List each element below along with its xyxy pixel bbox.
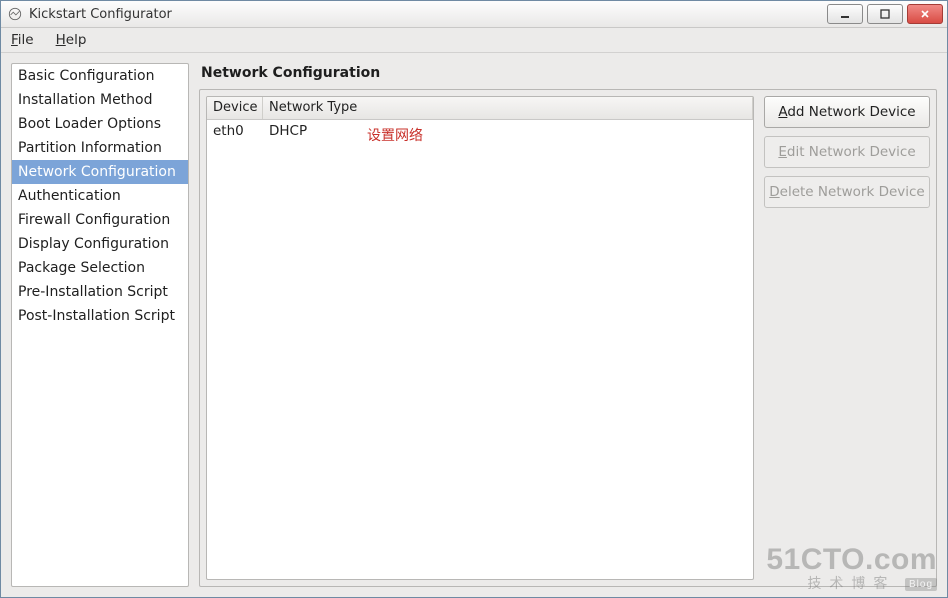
table-body: eth0 DHCP 设置网络 — [207, 120, 753, 579]
sidebar-item-package-selection[interactable]: Package Selection — [12, 256, 188, 280]
menubar: File Help — [1, 28, 947, 53]
menu-file-rest: ile — [18, 32, 34, 48]
titlebar: Kickstart Configurator — [1, 1, 947, 28]
menu-help[interactable]: Help — [52, 30, 91, 50]
sidebar-item-label: Installation Method — [18, 92, 153, 108]
window-title: Kickstart Configurator — [29, 7, 821, 22]
button-mnemonic: E — [778, 144, 787, 160]
sidebar-item-label: Display Configuration — [18, 236, 169, 252]
sidebar-item-basic-configuration[interactable]: Basic Configuration — [12, 64, 188, 88]
add-network-device-button[interactable]: Add Network Device — [764, 96, 930, 128]
sidebar-item-label: Post-Installation Script — [18, 308, 175, 324]
sidebar-item-firewall-configuration[interactable]: Firewall Configuration — [12, 208, 188, 232]
cell-device: eth0 — [207, 120, 263, 142]
sidebar-item-label: Authentication — [18, 188, 121, 204]
sidebar-item-post-installation-script[interactable]: Post-Installation Script — [12, 304, 188, 328]
sidebar-item-boot-loader-options[interactable]: Boot Loader Options — [12, 112, 188, 136]
minimize-button[interactable] — [827, 4, 863, 24]
sidebar: Basic Configuration Installation Method … — [11, 63, 189, 587]
sidebar-item-authentication[interactable]: Authentication — [12, 184, 188, 208]
sidebar-item-label: Firewall Configuration — [18, 212, 170, 228]
close-button[interactable] — [907, 4, 943, 24]
minimize-icon — [839, 9, 851, 19]
window-controls — [827, 4, 943, 24]
sidebar-item-label: Partition Information — [18, 140, 162, 156]
sidebar-item-label: Pre-Installation Script — [18, 284, 168, 300]
maximize-button[interactable] — [867, 4, 903, 24]
panel-title: Network Configuration — [199, 63, 937, 89]
delete-network-device-button[interactable]: Delete Network Device — [764, 176, 930, 208]
menu-help-rest: elp — [66, 32, 87, 48]
sidebar-item-label: Package Selection — [18, 260, 145, 276]
column-header-device[interactable]: Device — [207, 97, 263, 119]
network-device-table[interactable]: Device Network Type eth0 DHCP 设置网络 — [206, 96, 754, 580]
button-label: dd Network Device — [787, 104, 915, 120]
menu-file-mnemonic: F — [11, 32, 18, 48]
table-row[interactable]: eth0 DHCP — [207, 120, 753, 142]
sidebar-item-label: Boot Loader Options — [18, 116, 161, 132]
sidebar-item-display-configuration[interactable]: Display Configuration — [12, 232, 188, 256]
sidebar-item-partition-information[interactable]: Partition Information — [12, 136, 188, 160]
button-label: dit Network Device — [787, 144, 916, 160]
app-icon — [7, 6, 23, 22]
main-panel: Network Configuration Device Network Typ… — [199, 63, 937, 587]
buttons-column: Add Network Device Edit Network Device D… — [764, 96, 930, 580]
menu-file[interactable]: File — [7, 30, 38, 50]
sidebar-item-label: Network Configuration — [18, 164, 176, 180]
sidebar-item-label: Basic Configuration — [18, 68, 154, 84]
sidebar-list: Basic Configuration Installation Method … — [12, 64, 188, 328]
close-icon — [919, 9, 931, 19]
cell-network-type: DHCP — [263, 120, 753, 142]
button-mnemonic: A — [778, 104, 787, 120]
column-header-network-type[interactable]: Network Type — [263, 97, 753, 119]
app-window: Kickstart Configurator File Help — [0, 0, 948, 598]
table-header: Device Network Type — [207, 97, 753, 120]
button-label: elete Network Device — [780, 184, 925, 200]
content-area: Basic Configuration Installation Method … — [1, 53, 947, 597]
menu-help-mnemonic: H — [56, 32, 66, 48]
sidebar-item-network-configuration[interactable]: Network Configuration — [12, 160, 188, 184]
maximize-icon — [879, 9, 891, 19]
edit-network-device-button[interactable]: Edit Network Device — [764, 136, 930, 168]
panel-body: Device Network Type eth0 DHCP 设置网络 Add N… — [199, 89, 937, 587]
sidebar-item-installation-method[interactable]: Installation Method — [12, 88, 188, 112]
button-mnemonic: D — [769, 184, 779, 200]
sidebar-item-pre-installation-script[interactable]: Pre-Installation Script — [12, 280, 188, 304]
